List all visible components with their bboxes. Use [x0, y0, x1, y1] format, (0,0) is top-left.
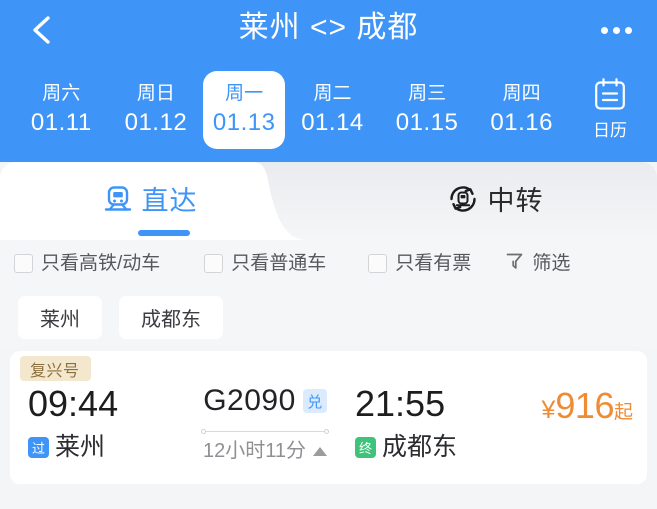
- train-series-tag: 复兴号: [20, 356, 91, 381]
- date-weekday: 周日: [136, 82, 175, 104]
- departure-time: 09:44: [28, 383, 119, 424]
- departure-column: 09:44 过 莱州: [28, 381, 178, 462]
- train-number: G2090: [203, 384, 296, 417]
- tab-active-indicator: [138, 230, 190, 236]
- price-amount: 916: [555, 385, 614, 426]
- train-number-row: G2090 兑: [185, 381, 345, 421]
- date-value: 01.14: [301, 108, 364, 136]
- station-chip-destination[interactable]: 成都东: [119, 295, 223, 339]
- results-panel: 直达 中转 只看高铁/动车 只看普通车 只看有票 筛选 莱州 成都东 复兴号 0…: [0, 162, 657, 509]
- date-item-1[interactable]: 周日 01.12: [109, 71, 204, 149]
- filter-sort-button[interactable]: 筛选: [505, 251, 570, 276]
- checkbox-unchecked-icon[interactable]: [368, 254, 388, 273]
- train-card-body: 09:44 过 莱州 G2090 兑 12小时11分 21:55 终 成都东 ¥…: [10, 381, 647, 484]
- filter-highspeed[interactable]: 只看高铁/动车: [14, 252, 160, 276]
- station-chip-row: 莱州 成都东: [0, 287, 657, 347]
- date-item-2-selected[interactable]: 周一 01.13: [203, 70, 286, 149]
- date-weekday: 周六: [42, 82, 81, 104]
- checkbox-unchecked-icon[interactable]: [204, 254, 224, 273]
- page-title: 莱州 <> 成都: [238, 11, 419, 44]
- train-front-icon: [103, 184, 133, 219]
- more-options-button[interactable]: [593, 8, 639, 52]
- calendar-button[interactable]: 日历: [569, 70, 651, 150]
- tab-transfer[interactable]: 中转: [330, 162, 657, 240]
- date-value: 01.11: [30, 108, 92, 136]
- date-weekday: 周三: [408, 82, 447, 104]
- more-dot: [600, 26, 608, 34]
- date-item-4[interactable]: 周三 01.15: [380, 71, 475, 149]
- train-transfer-icon: [447, 183, 479, 220]
- currency-symbol: ¥: [541, 396, 556, 424]
- arrival-station-name: 成都东: [382, 433, 458, 461]
- arrival-column: 21:55 终 成都东: [355, 381, 520, 462]
- terminus-badge: 终: [355, 436, 376, 458]
- chevron-up-icon[interactable]: [313, 446, 327, 456]
- date-item-0[interactable]: 周六 01.11: [14, 71, 109, 149]
- filter-normal-train-label: 只看普通车: [231, 252, 327, 274]
- price-suffix: 起: [613, 402, 633, 423]
- navigation-bar: 莱州 <> 成都: [0, 0, 657, 62]
- filter-available-tickets[interactable]: 只看有票: [368, 252, 471, 276]
- pass-through-badge: 过: [28, 436, 49, 458]
- more-dot: [624, 26, 632, 34]
- station-chip-origin[interactable]: 莱州: [18, 295, 102, 339]
- route-bar: [201, 431, 329, 432]
- checkbox-unchecked-icon[interactable]: [14, 254, 33, 273]
- date-item-3[interactable]: 周二 01.14: [285, 71, 380, 149]
- filter-row: 只看高铁/动车 只看普通车 只看有票 筛选: [0, 240, 657, 287]
- date-value: 01.15: [395, 108, 459, 136]
- tab-transfer-label: 中转: [487, 186, 544, 216]
- train-middle-column: G2090 兑 12小时11分: [185, 381, 345, 464]
- route-dot-end: [324, 429, 329, 434]
- app-header: 莱州 <> 成都 周六 01.11 周日 01.12 周一 01.13 周二 0…: [0, 0, 657, 170]
- date-weekday: 周一: [225, 82, 264, 104]
- arrival-station-line: 终 成都东: [355, 432, 520, 462]
- ticket-price: ¥ 916 起: [542, 381, 634, 433]
- arrival-time: 21:55: [355, 383, 446, 424]
- calendar-icon: [593, 77, 627, 118]
- filter-available-tickets-label: 只看有票: [395, 252, 472, 274]
- filter-highspeed-label: 只看高铁/动车: [41, 252, 161, 274]
- calendar-label: 日历: [593, 121, 627, 140]
- date-value: 01.13: [212, 108, 276, 136]
- tab-bar: 直达 中转: [0, 162, 657, 240]
- tab-direct-label: 直达: [141, 186, 198, 216]
- date-item-5[interactable]: 周四 01.16: [474, 71, 569, 149]
- train-result-card[interactable]: 复兴号 09:44 过 莱州 G2090 兑 12小时11分 21:55 终 成…: [10, 351, 647, 484]
- price-column: ¥ 916 起: [542, 381, 634, 433]
- route-dot-start: [201, 429, 206, 434]
- date-value: 01.16: [490, 108, 553, 136]
- funnel-icon: [505, 251, 524, 276]
- date-value: 01.12: [124, 108, 188, 136]
- exchange-badge: 兑: [302, 389, 327, 413]
- more-dot: [612, 26, 620, 34]
- date-list: 周六 01.11 周日 01.12 周一 01.13 周二 01.14 周三 0…: [0, 70, 569, 149]
- filter-sort-label: 筛选: [532, 252, 571, 274]
- departure-station-name: 莱州: [55, 433, 106, 461]
- route-line-graphic: [201, 428, 329, 435]
- date-weekday: 周二: [313, 82, 352, 104]
- date-weekday: 周四: [502, 82, 541, 104]
- trip-duration: 12小时11分: [202, 440, 306, 462]
- date-selector-bar: 周六 01.11 周日 01.12 周一 01.13 周二 01.14 周三 0…: [0, 62, 657, 157]
- filter-normal-train[interactable]: 只看普通车: [204, 252, 326, 276]
- tab-direct[interactable]: 直达: [0, 162, 300, 240]
- duration-row[interactable]: 12小时11分: [185, 438, 345, 464]
- train-search-results-screen: 莱州 <> 成都 周六 01.11 周日 01.12 周一 01.13 周二 0…: [0, 0, 657, 509]
- departure-station-line: 过 莱州: [28, 432, 178, 462]
